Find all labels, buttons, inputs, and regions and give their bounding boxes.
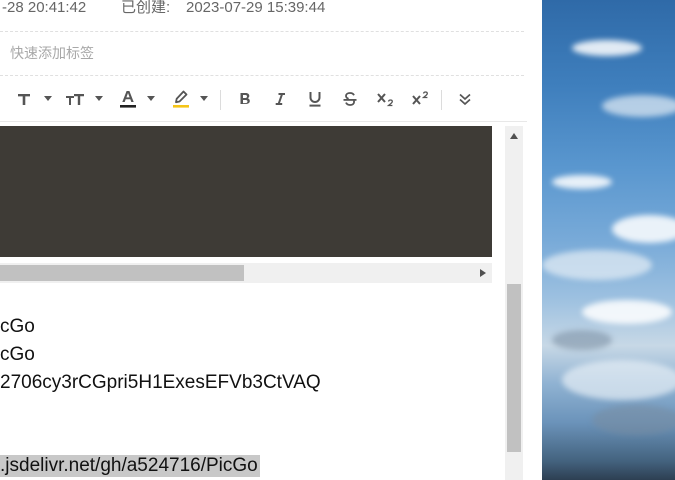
- quick-add-tag-input[interactable]: 快速添加标签: [10, 44, 94, 62]
- content-line[interactable]: 2706cy3rCGpri5H1ExesEFVb3CtVAQ: [0, 372, 321, 394]
- font-size-dropdown-caret[interactable]: [95, 96, 103, 101]
- strikethrough-button[interactable]: [340, 88, 360, 110]
- highlighter-icon: [171, 89, 191, 109]
- tag-divider: [0, 75, 524, 76]
- more-tools-button[interactable]: [455, 88, 475, 110]
- superscript-button[interactable]: [411, 88, 433, 110]
- superscript-icon: [412, 91, 432, 107]
- font-color-icon: [118, 89, 138, 109]
- desktop-wallpaper-sky: [542, 0, 675, 480]
- content-line[interactable]: cGo: [0, 344, 35, 366]
- font-color-button[interactable]: [117, 88, 139, 110]
- strikethrough-icon: [342, 91, 358, 107]
- scroll-up-arrow-icon[interactable]: [510, 133, 518, 139]
- text-size-icon: [65, 91, 85, 107]
- italic-button[interactable]: [270, 88, 290, 110]
- underline-button[interactable]: [305, 88, 325, 110]
- font-size-button[interactable]: [64, 88, 86, 110]
- toolbar-separator: [441, 90, 442, 110]
- highlight-dropdown-caret[interactable]: [200, 96, 208, 101]
- double-chevron-down-icon: [458, 92, 472, 106]
- font-color-dropdown-caret[interactable]: [147, 96, 155, 101]
- italic-icon: [272, 91, 288, 107]
- created-time: 2023-07-29 15:39:44: [186, 0, 326, 16]
- code-block[interactable]: [0, 126, 492, 257]
- toolbar-divider: [0, 121, 527, 122]
- window-gap: [527, 0, 542, 480]
- text-T-icon: [16, 91, 32, 107]
- subscript-button[interactable]: [376, 88, 398, 110]
- bold-button[interactable]: [235, 88, 255, 110]
- subscript-icon: [377, 91, 397, 107]
- bold-icon: [237, 91, 253, 107]
- code-horizontal-scrollbar[interactable]: [0, 263, 492, 283]
- content-line-selected[interactable]: .jsdelivr.net/gh/a524716/PicGo: [0, 455, 260, 477]
- font-family-button[interactable]: [14, 88, 34, 110]
- font-family-dropdown-caret[interactable]: [44, 96, 52, 101]
- editor-vertical-scrollbar[interactable]: [505, 126, 523, 480]
- scroll-right-arrow-icon[interactable]: [480, 269, 486, 277]
- note-editor-panel: -28 20:41:42 已创建: 2023-07-29 15:39:44 快速…: [0, 0, 527, 480]
- highlight-button[interactable]: [170, 88, 192, 110]
- underline-icon: [307, 90, 323, 108]
- format-toolbar: [0, 80, 527, 118]
- horizontal-scrollbar-thumb[interactable]: [0, 265, 244, 281]
- created-label: 已创建:: [121, 0, 171, 16]
- vertical-scrollbar-thumb[interactable]: [507, 284, 521, 452]
- content-line[interactable]: cGo: [0, 316, 35, 338]
- note-meta-row: -28 20:41:42 已创建: 2023-07-29 15:39:44: [0, 0, 527, 18]
- meta-divider: [0, 31, 524, 32]
- modified-time: -28 20:41:42: [2, 0, 87, 16]
- toolbar-separator: [220, 90, 221, 110]
